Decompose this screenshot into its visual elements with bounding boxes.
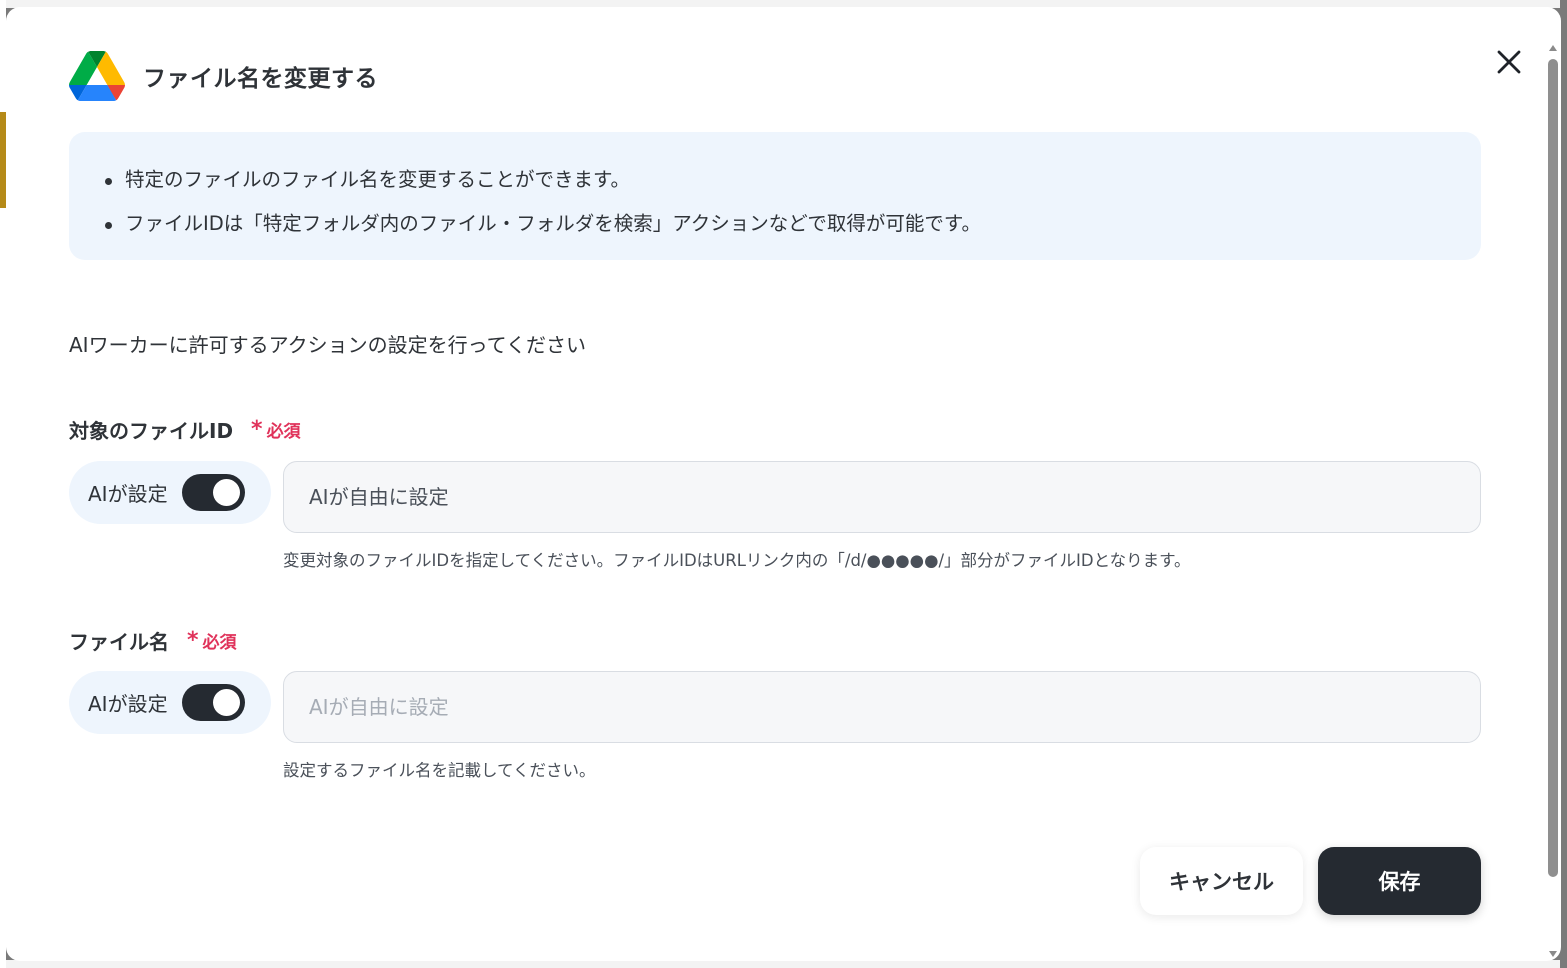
toggle-knob <box>212 479 240 506</box>
scrollbar[interactable] <box>1548 45 1558 957</box>
google-drive-icon <box>69 51 125 101</box>
file-name-label-text: ファイル名 <box>69 630 169 654</box>
info-item: 特定のファイルのファイル名を変更することができます。 <box>103 158 1481 202</box>
required-text: 必須 <box>266 422 301 442</box>
info-item: ファイルIDは「特定フォルダ内のファイル・フォルダを検索」アクションなどで取得が… <box>103 202 1481 246</box>
cancel-button[interactable]: キャンセル <box>1140 847 1303 915</box>
toggle-switch[interactable] <box>181 474 245 511</box>
file-id-input[interactable] <box>283 461 1481 533</box>
file-id-ai-toggle[interactable]: AIが設定 <box>69 461 271 524</box>
ai-toggle-label: AIが設定 <box>88 692 168 716</box>
save-button[interactable]: 保存 <box>1318 847 1481 915</box>
file-id-label-text: 対象のファイルID <box>69 419 234 443</box>
scrollbar-thumb[interactable] <box>1548 59 1558 877</box>
close-icon <box>1497 50 1521 74</box>
close-button[interactable] <box>1490 43 1528 81</box>
file-name-input[interactable] <box>283 671 1481 743</box>
asterisk-icon: * <box>251 416 263 442</box>
required-badge: * 必須 <box>187 628 237 653</box>
info-list: 特定のファイルのファイル名を変更することができます。 ファイルIDは「特定フォル… <box>103 158 1481 246</box>
ai-toggle-label: AIが設定 <box>88 482 168 506</box>
instruction-text: AIワーカーに許可するアクションの設定を行ってください <box>69 333 586 357</box>
file-name-help: 設定するファイル名を記載してください。 <box>283 761 596 780</box>
asterisk-icon: * <box>187 627 199 653</box>
required-text: 必須 <box>202 633 237 653</box>
file-name-label: ファイル名 * 必須 <box>69 626 237 655</box>
file-name-ai-toggle[interactable]: AIが設定 <box>69 671 271 734</box>
dialog-title: ファイル名を変更する <box>143 66 378 92</box>
rename-file-dialog: ファイル名を変更する 特定のファイルのファイル名を変更することができます。 ファ… <box>6 7 1561 961</box>
scroll-down-icon[interactable] <box>1549 951 1557 957</box>
file-id-help: 変更対象のファイルIDを指定してください。ファイルIDはURLリンク内の「/d/… <box>283 551 1191 570</box>
required-badge: * 必須 <box>251 417 301 442</box>
toggle-knob <box>212 689 240 716</box>
file-id-label: 対象のファイルID * 必須 <box>69 415 301 444</box>
toggle-switch[interactable] <box>181 684 245 721</box>
dialog-header: ファイル名を変更する <box>69 51 378 101</box>
scroll-up-icon[interactable] <box>1549 45 1557 51</box>
info-box: 特定のファイルのファイル名を変更することができます。 ファイルIDは「特定フォル… <box>69 132 1481 260</box>
background-page-bottom <box>6 960 1560 968</box>
